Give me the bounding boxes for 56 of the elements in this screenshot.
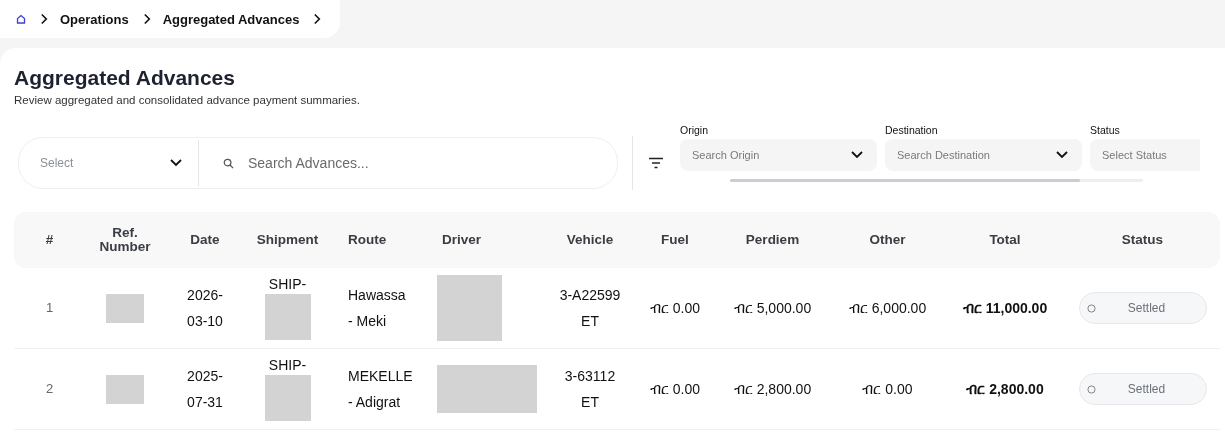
table-cell-text: ብር 6,000.00 [848,299,927,318]
filter-dropdown[interactable]: Search Destination [885,139,1082,171]
filter-label: Origin [680,124,709,136]
filter-icon[interactable] [648,157,664,169]
filter-label: Destination [885,124,939,136]
table-cell-text: ብር 2,800.00 [733,380,812,399]
page-subtitle: Review aggregated and consolidated advance payment summaries. [14,94,361,106]
table-cell-text: 2025-07-31 [186,367,224,412]
chevron-down-icon [170,159,182,167]
select-dropdown[interactable]: Select [19,140,199,186]
column-header: Total [988,233,1022,247]
table-cell-text: MEKELLE - Adigrat [348,367,414,412]
column-header: Driver [441,233,483,247]
column-header: Date [189,233,221,247]
column-header: Fuel [660,233,690,247]
chevron-right-icon [40,13,49,25]
breadcrumb-link[interactable]: Operations [60,11,129,27]
filter-dropdown[interactable]: Select Status [1090,139,1200,171]
table-cell-text: 2 [45,380,54,398]
column-header: Vehicle [565,233,615,247]
chevron-down-icon [851,151,863,159]
filter-dropdown[interactable]: Search Origin [680,139,877,171]
table-cell-text: ብር 5,000.00 [733,299,812,318]
breadcrumb-link[interactable]: Aggregated Advances [162,11,300,27]
column-header: Status [1120,233,1165,247]
circle-icon [1086,384,1096,394]
status-text: Settled [1126,381,1167,398]
chevron-right-icon [313,13,323,25]
table-cell: SHIP- [268,357,307,373]
column-header: # [44,233,55,247]
column-header: Other [868,233,907,247]
table-cell-text: Hawassa - Meki [348,286,407,331]
table-cell-text: ብር 11,000.00 [962,299,1048,318]
chevron-down-icon [1056,151,1068,159]
home-icon[interactable] [16,14,26,24]
table-cell-text: ብር 2,800.00 [966,380,1044,399]
table-cell-text: ብር 0.00 [649,299,701,318]
search-icon [223,157,234,169]
table-cell-text: 3-63112 ET [563,367,617,412]
table-cell-text: 3-A22599 ET [559,286,621,331]
scrollbar[interactable] [730,179,1143,182]
table-cell-text: 2026-03-10 [186,286,224,331]
column-header: Ref. Number [98,226,152,254]
search-field[interactable]: Search Advances... [246,154,550,172]
filter-label: Status [1090,124,1121,136]
column-header: Shipment [255,233,320,247]
page-title: Aggregated Advances [14,66,236,90]
circle-icon [1086,303,1096,313]
chevron-right-icon [142,13,152,25]
column-header: Route [347,233,388,247]
table-cell-text: ብር 0.00 [862,380,913,399]
table-cell-text: 1 [45,299,54,317]
table-cell: SHIP- [268,276,307,292]
table-cell-text: ብር 0.00 [649,380,701,399]
status-text: Settled [1126,300,1167,317]
column-header: Perdiem [744,233,801,247]
